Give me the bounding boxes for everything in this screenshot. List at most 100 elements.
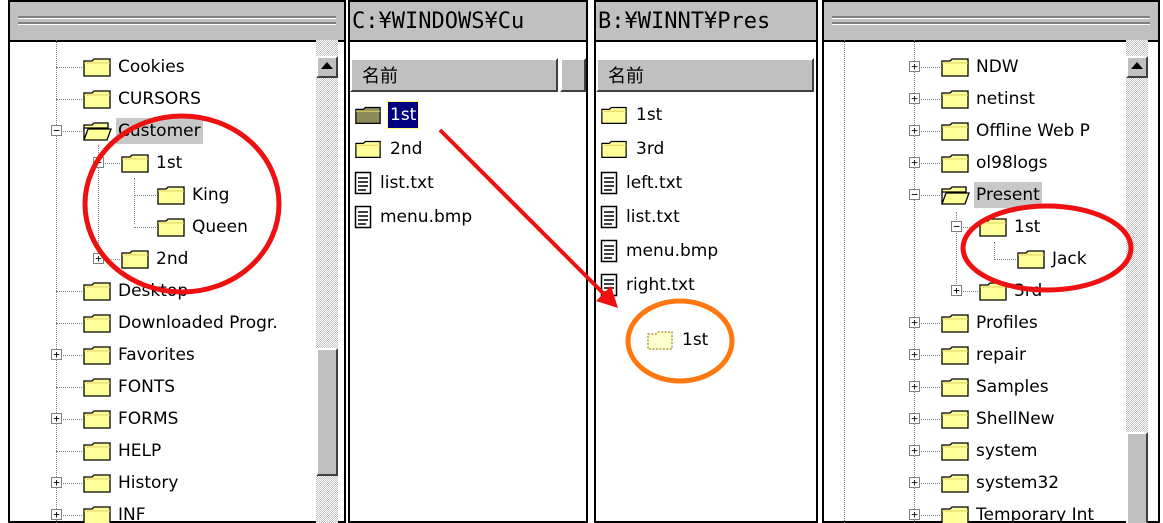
tree-item[interactable]: + system32: [822, 468, 1122, 498]
file-list-item[interactable]: list.txt: [600, 202, 682, 232]
file-list-item[interactable]: left.txt: [600, 168, 684, 198]
tree-item[interactable]: Cookies: [8, 52, 308, 82]
tree-item[interactable]: + Profiles: [822, 308, 1122, 338]
tree-item[interactable]: + History: [8, 468, 308, 498]
expand-toggle[interactable]: +: [51, 509, 62, 520]
tree-item[interactable]: +2nd: [8, 244, 308, 274]
folder-icon: [941, 506, 969, 523]
tree-connector: [134, 227, 156, 228]
file-name: 2nd: [390, 139, 423, 159]
tree-item[interactable]: − Customer: [8, 116, 308, 146]
tree-connector: [56, 99, 82, 100]
name-column-header[interactable]: 名前: [350, 58, 558, 92]
file-list-item[interactable]: menu.bmp: [354, 202, 474, 232]
tree-item[interactable]: + INF: [8, 500, 308, 523]
expand-toggle[interactable]: +: [909, 317, 920, 328]
file-list-item[interactable]: menu.bmp: [600, 236, 720, 266]
scroll-thumb[interactable]: [1126, 432, 1148, 523]
expand-toggle[interactable]: +: [909, 93, 920, 104]
expand-toggle[interactable]: +: [909, 509, 920, 520]
expand-toggle[interactable]: +: [51, 349, 62, 360]
dropped-folder-ghost: 1st: [646, 325, 710, 355]
text-document-icon: [354, 205, 372, 229]
expand-toggle[interactable]: +: [909, 413, 920, 424]
tree-item[interactable]: + netinst: [822, 84, 1122, 114]
up-arrow-icon: [1131, 62, 1143, 69]
expand-toggle[interactable]: +: [909, 445, 920, 456]
tree-item[interactable]: HELP: [8, 436, 308, 466]
collapse-toggle[interactable]: −: [909, 189, 920, 200]
collapse-toggle[interactable]: −: [951, 221, 962, 232]
left-tree-panel: Cookies CURSORS − Customer − 1st King Queen +2nd…: [8, 0, 346, 523]
folder-icon: [83, 58, 111, 77]
expand-toggle[interactable]: +: [951, 285, 962, 296]
tree-item[interactable]: Jack: [822, 244, 1122, 274]
file-name: 1st: [386, 101, 420, 129]
folder-icon: [941, 346, 969, 365]
tree-item[interactable]: − Present: [822, 180, 1122, 210]
scroll-thumb[interactable]: [316, 348, 338, 476]
tree-item[interactable]: + ol98logs: [822, 148, 1122, 178]
collapse-toggle[interactable]: −: [51, 125, 62, 136]
tree-item[interactable]: King: [8, 180, 308, 210]
expand-toggle[interactable]: +: [93, 253, 104, 264]
expand-toggle[interactable]: +: [51, 413, 62, 424]
left-tree-grip[interactable]: [10, 2, 344, 42]
expand-toggle[interactable]: +: [909, 477, 920, 488]
tree-item-label: History: [118, 473, 179, 493]
tree-item[interactable]: Downloaded Progr.: [8, 308, 308, 338]
tree-item-label: 1st: [1014, 217, 1041, 237]
tree-item[interactable]: + FORMS: [8, 404, 308, 434]
tree-item[interactable]: + Temporary Int: [822, 500, 1122, 523]
tree-item[interactable]: Queen: [8, 212, 308, 242]
file-list-item[interactable]: list.txt: [354, 168, 436, 198]
tree-item[interactable]: + NDW: [822, 52, 1122, 82]
collapse-toggle[interactable]: −: [93, 157, 104, 168]
tree-item-label: 2nd: [156, 249, 189, 269]
tree-item[interactable]: + ShellNew: [822, 404, 1122, 434]
expand-toggle[interactable]: +: [909, 157, 920, 168]
tree-item[interactable]: + system: [822, 436, 1122, 466]
folder-icon: [83, 442, 111, 461]
text-document-icon: [600, 171, 618, 195]
expand-toggle[interactable]: +: [909, 349, 920, 360]
right-tree-grip[interactable]: [824, 2, 1158, 42]
file-list-item[interactable]: 2nd: [354, 134, 424, 164]
tree-item[interactable]: +3rd: [822, 276, 1122, 306]
file-list-item[interactable]: right.txt: [600, 270, 697, 300]
folder-icon: [121, 154, 149, 173]
file-list-item[interactable]: 1st: [600, 100, 664, 130]
tree-item[interactable]: + Samples: [822, 372, 1122, 402]
folder-icon: [941, 314, 969, 333]
source-folder-panel: C:¥WINDOWS¥Cu 名前 1st 2nd list.txt menu.bmp: [348, 0, 588, 523]
right-tree-panel: + NDW + netinst + Offline Web P + ol98logs − Pres…: [822, 0, 1160, 523]
folder-icon: [941, 154, 969, 173]
tree-item-label: King: [192, 185, 230, 205]
expand-toggle[interactable]: +: [51, 477, 62, 488]
column-header-extra[interactable]: [560, 58, 586, 92]
tree-item[interactable]: FONTS: [8, 372, 308, 402]
expand-toggle[interactable]: +: [909, 381, 920, 392]
scroll-up-button[interactable]: [1126, 56, 1148, 78]
tree-item[interactable]: Desktop: [8, 276, 308, 306]
folder-icon: [83, 346, 111, 365]
tree-item-label: NDW: [976, 57, 1019, 77]
name-column-header[interactable]: 名前: [596, 58, 814, 92]
tree-item[interactable]: + repair: [822, 340, 1122, 370]
file-list-item[interactable]: 1st: [354, 100, 420, 130]
tree-item[interactable]: + Offline Web P: [822, 116, 1122, 146]
folder-icon: [941, 58, 969, 77]
file-list-item[interactable]: 3rd: [600, 134, 666, 164]
folder-icon: [647, 331, 673, 350]
destination-path-label: B:¥WINNT¥Pres: [596, 2, 816, 42]
tree-item[interactable]: CURSORS: [8, 84, 308, 114]
tree-item[interactable]: − 1st: [822, 212, 1122, 242]
right-tree-scrollbar[interactable]: [1126, 40, 1148, 523]
folder-icon: [941, 378, 969, 397]
expand-toggle[interactable]: +: [909, 125, 920, 136]
scroll-up-button[interactable]: [316, 56, 338, 78]
tree-item[interactable]: + Favorites: [8, 340, 308, 370]
expand-toggle[interactable]: +: [909, 61, 920, 72]
left-tree-scrollbar[interactable]: [316, 40, 338, 523]
tree-item[interactable]: − 1st: [8, 148, 308, 178]
